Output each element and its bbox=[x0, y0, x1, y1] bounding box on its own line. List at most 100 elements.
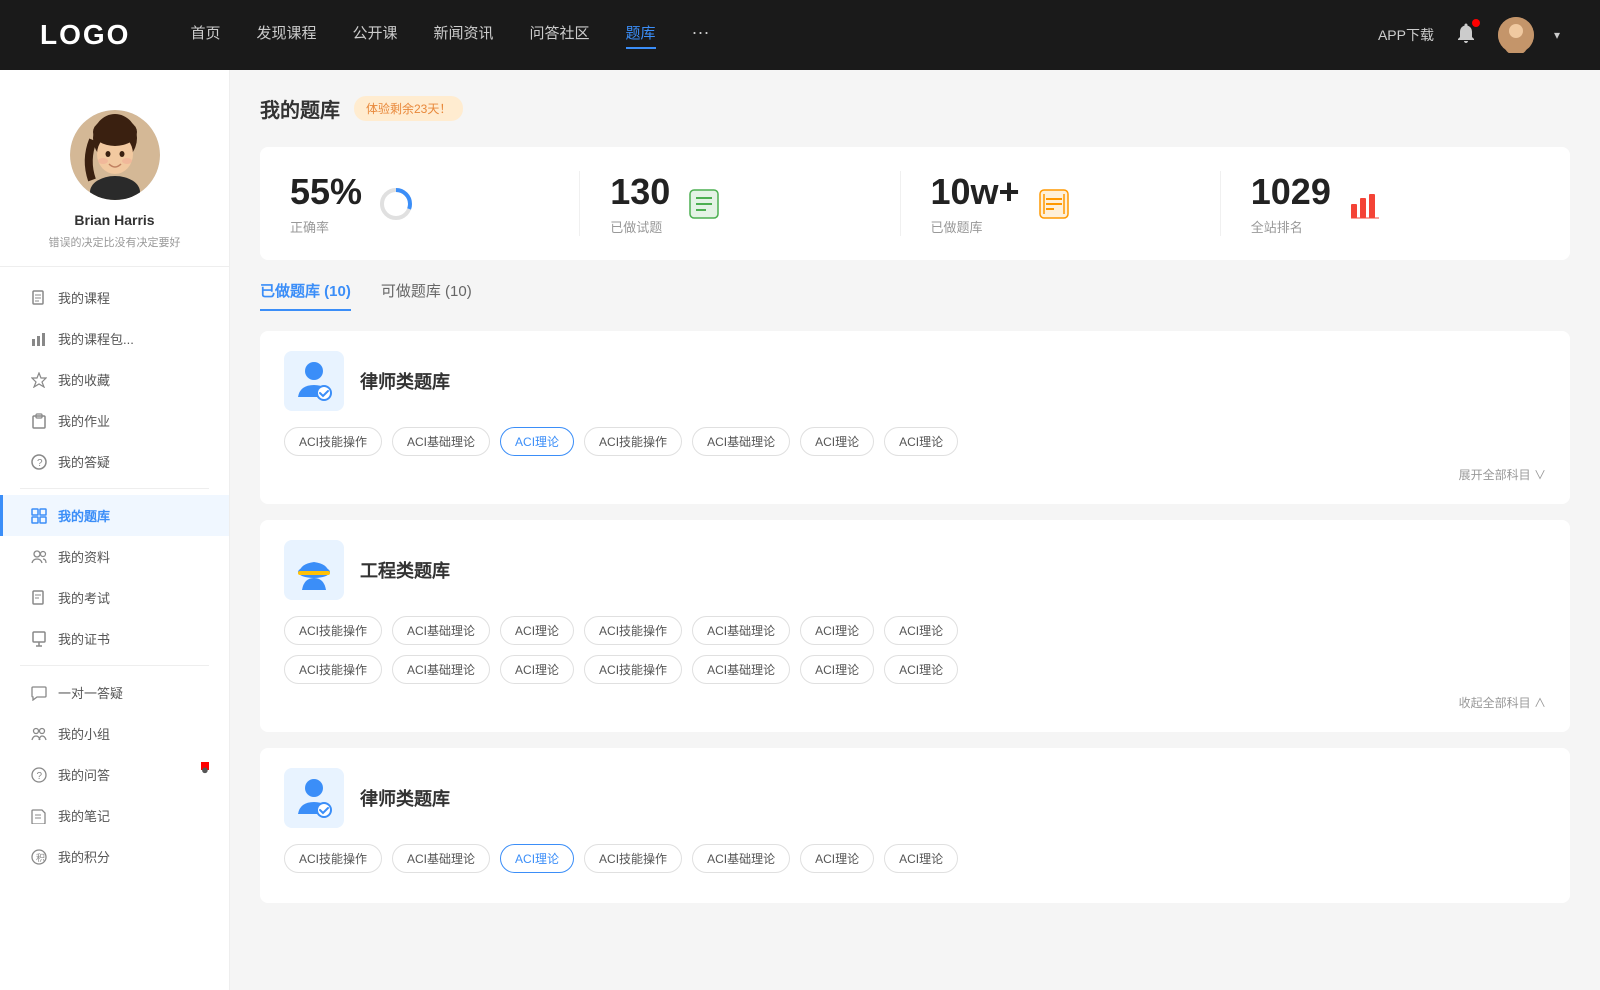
profile-avatar-image bbox=[70, 110, 160, 200]
sidebar-item-course-package[interactable]: 我的课程包... bbox=[0, 318, 229, 359]
eng-tag-9[interactable]: ACI理论 bbox=[500, 655, 574, 684]
nav-more[interactable]: ··· bbox=[692, 22, 710, 49]
sidebar-label-favorites: 我的收藏 bbox=[58, 370, 110, 389]
trial-badge: 体验剩余23天！ bbox=[354, 96, 463, 121]
law2-tag-2[interactable]: ACI理论 bbox=[500, 844, 574, 873]
eng-tag-12[interactable]: ACI理论 bbox=[800, 655, 874, 684]
bank-title-lawyer-1: 律师类题库 bbox=[360, 368, 450, 394]
tag-1[interactable]: ACI基础理论 bbox=[392, 427, 490, 456]
stat-accuracy-value: 55% bbox=[290, 171, 362, 213]
law2-tag-0[interactable]: ACI技能操作 bbox=[284, 844, 382, 873]
tag-5[interactable]: ACI理论 bbox=[800, 427, 874, 456]
stat-done-label: 已做试题 bbox=[610, 217, 670, 236]
page-header: 我的题库 体验剩余23天！ bbox=[260, 94, 1570, 123]
bank-tags-engineer-row2: ACI技能操作 ACI基础理论 ACI理论 ACI技能操作 ACI基础理论 AC… bbox=[284, 655, 1546, 684]
stat-banks-value: 10w+ bbox=[931, 171, 1020, 213]
tag-4[interactable]: ACI基础理论 bbox=[692, 427, 790, 456]
tab-done[interactable]: 已做题库 (10) bbox=[260, 280, 351, 311]
sidebar-item-course[interactable]: 我的课程 bbox=[0, 277, 229, 318]
stat-rank-label: 全站排名 bbox=[1251, 217, 1331, 236]
collapse-link-1[interactable]: 收起全部科目 ∧ bbox=[1459, 696, 1546, 710]
bank-card-lawyer-1: 律师类题库 ACI技能操作 ACI基础理论 ACI理论 ACI技能操作 ACI基… bbox=[260, 331, 1570, 504]
nav-open-course[interactable]: 公开课 bbox=[352, 22, 397, 49]
eng-tag-11[interactable]: ACI基础理论 bbox=[692, 655, 790, 684]
sidebar-label-course: 我的课程 bbox=[58, 288, 110, 307]
nav-qa[interactable]: 问答社区 bbox=[530, 22, 590, 49]
chart-icon bbox=[30, 330, 48, 348]
nav-home[interactable]: 首页 bbox=[190, 22, 220, 49]
avatar-chevron-icon[interactable]: ▾ bbox=[1554, 28, 1560, 42]
sidebar-item-group[interactable]: 我的小组 bbox=[0, 713, 229, 754]
notification-bell[interactable] bbox=[1454, 21, 1478, 50]
tag-2[interactable]: ACI理论 bbox=[500, 427, 574, 456]
sidebar-item-homework[interactable]: 我的作业 bbox=[0, 400, 229, 441]
coin-icon: 积 bbox=[30, 848, 48, 866]
eng-tag-5[interactable]: ACI理论 bbox=[800, 616, 874, 645]
tag-0[interactable]: ACI技能操作 bbox=[284, 427, 382, 456]
eng-tag-8[interactable]: ACI基础理论 bbox=[392, 655, 490, 684]
bank-tags-engineer-row1: ACI技能操作 ACI基础理论 ACI理论 ACI技能操作 ACI基础理论 AC… bbox=[284, 616, 1546, 645]
sidebar-item-exam[interactable]: 我的考试 bbox=[0, 577, 229, 618]
law2-tag-4[interactable]: ACI基础理论 bbox=[692, 844, 790, 873]
eng-tag-7[interactable]: ACI技能操作 bbox=[284, 655, 382, 684]
eng-tag-6[interactable]: ACI理论 bbox=[884, 616, 958, 645]
sidebar-item-my-qa[interactable]: ? 我的答疑 bbox=[0, 441, 229, 482]
list-icon bbox=[686, 186, 722, 222]
sidebar-item-certificate[interactable]: 我的证书 bbox=[0, 618, 229, 659]
sidebar-item-1on1[interactable]: 一对一答疑 bbox=[0, 672, 229, 713]
file-icon bbox=[30, 289, 48, 307]
tag-6[interactable]: ACI理论 bbox=[884, 427, 958, 456]
eng-tag-2[interactable]: ACI理论 bbox=[500, 616, 574, 645]
eng-tag-13[interactable]: ACI理论 bbox=[884, 655, 958, 684]
main-layout: Brian Harris 错误的决定比没有决定要好 我的课程 我的课程包... bbox=[0, 0, 1600, 990]
badge-icon bbox=[30, 630, 48, 648]
sidebar-label-group: 我的小组 bbox=[58, 724, 110, 743]
bank-card-lawyer-2: 律师类题库 ACI技能操作 ACI基础理论 ACI理论 ACI技能操作 ACI基… bbox=[260, 748, 1570, 903]
nav-bank[interactable]: 题库 bbox=[626, 22, 656, 49]
tab-available[interactable]: 可做题库 (10) bbox=[381, 280, 472, 311]
app-download-link[interactable]: APP下载 bbox=[1378, 25, 1434, 45]
eng-tag-1[interactable]: ACI基础理论 bbox=[392, 616, 490, 645]
eng-tag-4[interactable]: ACI基础理论 bbox=[692, 616, 790, 645]
sidebar-label-question-bank: 我的题库 bbox=[58, 506, 110, 525]
law2-tag-3[interactable]: ACI技能操作 bbox=[584, 844, 682, 873]
sidebar-item-notes[interactable]: 我的笔记 bbox=[0, 795, 229, 836]
eng-tag-0[interactable]: ACI技能操作 bbox=[284, 616, 382, 645]
profile-motto: 错误的决定比没有决定要好 bbox=[20, 234, 209, 250]
expand-link-1[interactable]: 展开全部科目 ∨ bbox=[1459, 468, 1546, 482]
stat-accuracy-label: 正确率 bbox=[290, 217, 362, 236]
tabs: 已做题库 (10) 可做题库 (10) bbox=[260, 280, 1570, 311]
bank-footer-2: 收起全部科目 ∧ bbox=[284, 694, 1546, 712]
header-right: APP下载 ▾ bbox=[1378, 17, 1560, 53]
sidebar-label-package: 我的课程包... bbox=[58, 329, 134, 348]
avatar-icon bbox=[1498, 17, 1534, 53]
nav-discover[interactable]: 发现课程 bbox=[256, 22, 316, 49]
tag-3[interactable]: ACI技能操作 bbox=[584, 427, 682, 456]
sidebar-item-materials[interactable]: 我的资料 bbox=[0, 536, 229, 577]
lawyer-bank-icon bbox=[284, 351, 344, 411]
sidebar: Brian Harris 错误的决定比没有决定要好 我的课程 我的课程包... bbox=[0, 70, 230, 990]
law2-tag-6[interactable]: ACI理论 bbox=[884, 844, 958, 873]
header: LOGO 首页 发现课程 公开课 新闻资讯 问答社区 题库 ··· APP下载 … bbox=[0, 0, 1600, 70]
profile-name: Brian Harris bbox=[20, 212, 209, 228]
question-icon: ? bbox=[30, 453, 48, 471]
eng-tag-3[interactable]: ACI技能操作 bbox=[584, 616, 682, 645]
avatar[interactable] bbox=[1498, 17, 1534, 53]
doc-icon bbox=[30, 589, 48, 607]
sidebar-item-question-bank[interactable]: 我的题库 bbox=[0, 495, 229, 536]
sidebar-label-points: 我的积分 bbox=[58, 847, 110, 866]
divider-2 bbox=[20, 665, 209, 666]
law2-tag-5[interactable]: ACI理论 bbox=[800, 844, 874, 873]
page-title: 我的题库 bbox=[260, 94, 340, 123]
sidebar-item-favorites[interactable]: 我的收藏 bbox=[0, 359, 229, 400]
svg-text:积: 积 bbox=[36, 852, 45, 863]
group-icon bbox=[30, 725, 48, 743]
eng-tag-10[interactable]: ACI技能操作 bbox=[584, 655, 682, 684]
sidebar-item-questions[interactable]: ? 我的问答 ● bbox=[0, 754, 229, 795]
sidebar-item-points[interactable]: 积 我的积分 bbox=[0, 836, 229, 877]
nav-news[interactable]: 新闻资讯 bbox=[434, 22, 494, 49]
stat-done-questions: 130 已做试题 bbox=[580, 171, 900, 236]
lawyer-bank-icon-2 bbox=[284, 768, 344, 828]
law2-tag-1[interactable]: ACI基础理论 bbox=[392, 844, 490, 873]
qa-icon: ? bbox=[30, 766, 48, 784]
